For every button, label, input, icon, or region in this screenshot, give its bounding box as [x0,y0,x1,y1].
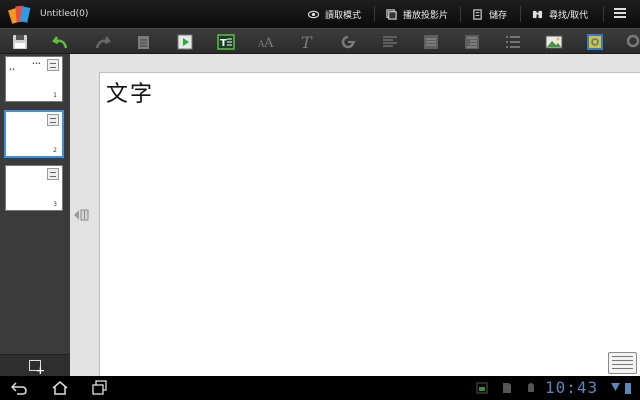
slide-number: 1 [53,92,57,99]
picture-edit-icon[interactable] [586,33,604,51]
search-icon[interactable] [624,33,640,51]
action-divider [520,6,521,22]
slide-canvas-area: 文字 [70,54,640,392]
slideshow-icon [386,8,397,20]
slide-thumbnails-panel: •• ••• 1 2 3 [0,54,70,376]
find-replace-button[interactable]: 尋找/取代 [532,7,588,21]
action-divider [603,6,604,22]
notes-icon [47,168,59,180]
action-divider [374,6,375,22]
formatting-toolbar: T AA T [0,28,640,54]
insert-image-icon[interactable] [545,33,563,51]
sd-card-icon [503,383,511,393]
svg-text:T: T [301,33,313,51]
play-slideshow-button[interactable]: 播放投影片 [386,7,448,21]
battery-icon [625,383,631,394]
slide-thumbnail-3[interactable]: 3 [5,165,63,211]
recent-apps-icon[interactable] [92,380,108,396]
read-mode-label: 讀取模式 [325,10,362,21]
notes-icon [47,114,59,126]
svg-text:T: T [220,38,227,49]
align-icon[interactable] [381,33,399,51]
overflow-menu-icon[interactable] [614,8,626,19]
collapse-panel-icon[interactable] [73,209,89,221]
notes-panel-button[interactable] [608,352,637,374]
add-slide-icon [29,360,45,377]
system-clock: 10:43 [545,378,599,397]
text-box-icon[interactable]: T [217,33,235,51]
wifi-icon [611,383,620,391]
system-navigation-bar: 10:43 [0,376,640,400]
notes-icon [47,59,59,71]
svg-text:A: A [263,36,274,51]
save-label: 儲存 [489,10,508,21]
thumbnail-text: •• [9,67,15,73]
play-slideshow-label: 播放投影片 [403,10,449,21]
indent-list-icon[interactable] [463,33,481,51]
numbered-list-icon[interactable] [504,33,522,51]
find-replace-label: 尋找/取代 [549,10,589,21]
save-icon[interactable] [11,33,29,51]
font-size-icon[interactable]: AA [257,33,275,51]
bullet-list-icon[interactable] [422,33,440,51]
clipboard-icon[interactable] [135,33,153,51]
add-slide-button[interactable] [0,354,70,377]
action-divider [460,6,461,22]
action-bar: Untitled(0) 讀取模式 播放投影片 儲存 尋找/取代 [0,0,640,28]
rotate-shape-icon[interactable] [339,33,357,51]
read-mode-button[interactable]: 讀取模式 [308,7,361,21]
slide-number: 3 [53,201,57,208]
screenshot-icon [476,382,488,394]
current-slide[interactable]: 文字 [99,72,640,392]
slide-text-box[interactable]: 文字 [106,76,154,108]
presentation-logo-icon[interactable] [8,3,32,25]
binoculars-icon [532,10,543,18]
save-button[interactable]: 儲存 [472,7,507,21]
thumbnail-text: ••• [32,61,41,67]
document-save-icon [473,8,482,20]
home-icon[interactable] [52,380,68,396]
slide-thumbnail-2[interactable]: 2 [4,110,64,158]
android-icon [528,383,534,392]
italic-text-icon[interactable]: T [298,33,316,51]
document-title: Untitled(0) [40,9,89,19]
slide-number: 2 [53,147,57,154]
play-slide-icon[interactable] [176,33,194,51]
back-icon[interactable] [11,380,27,396]
undo-icon[interactable] [52,33,70,51]
eye-icon [308,10,319,18]
redo-icon[interactable] [93,33,111,51]
slide-thumbnail-1[interactable]: •• ••• 1 [5,56,63,102]
